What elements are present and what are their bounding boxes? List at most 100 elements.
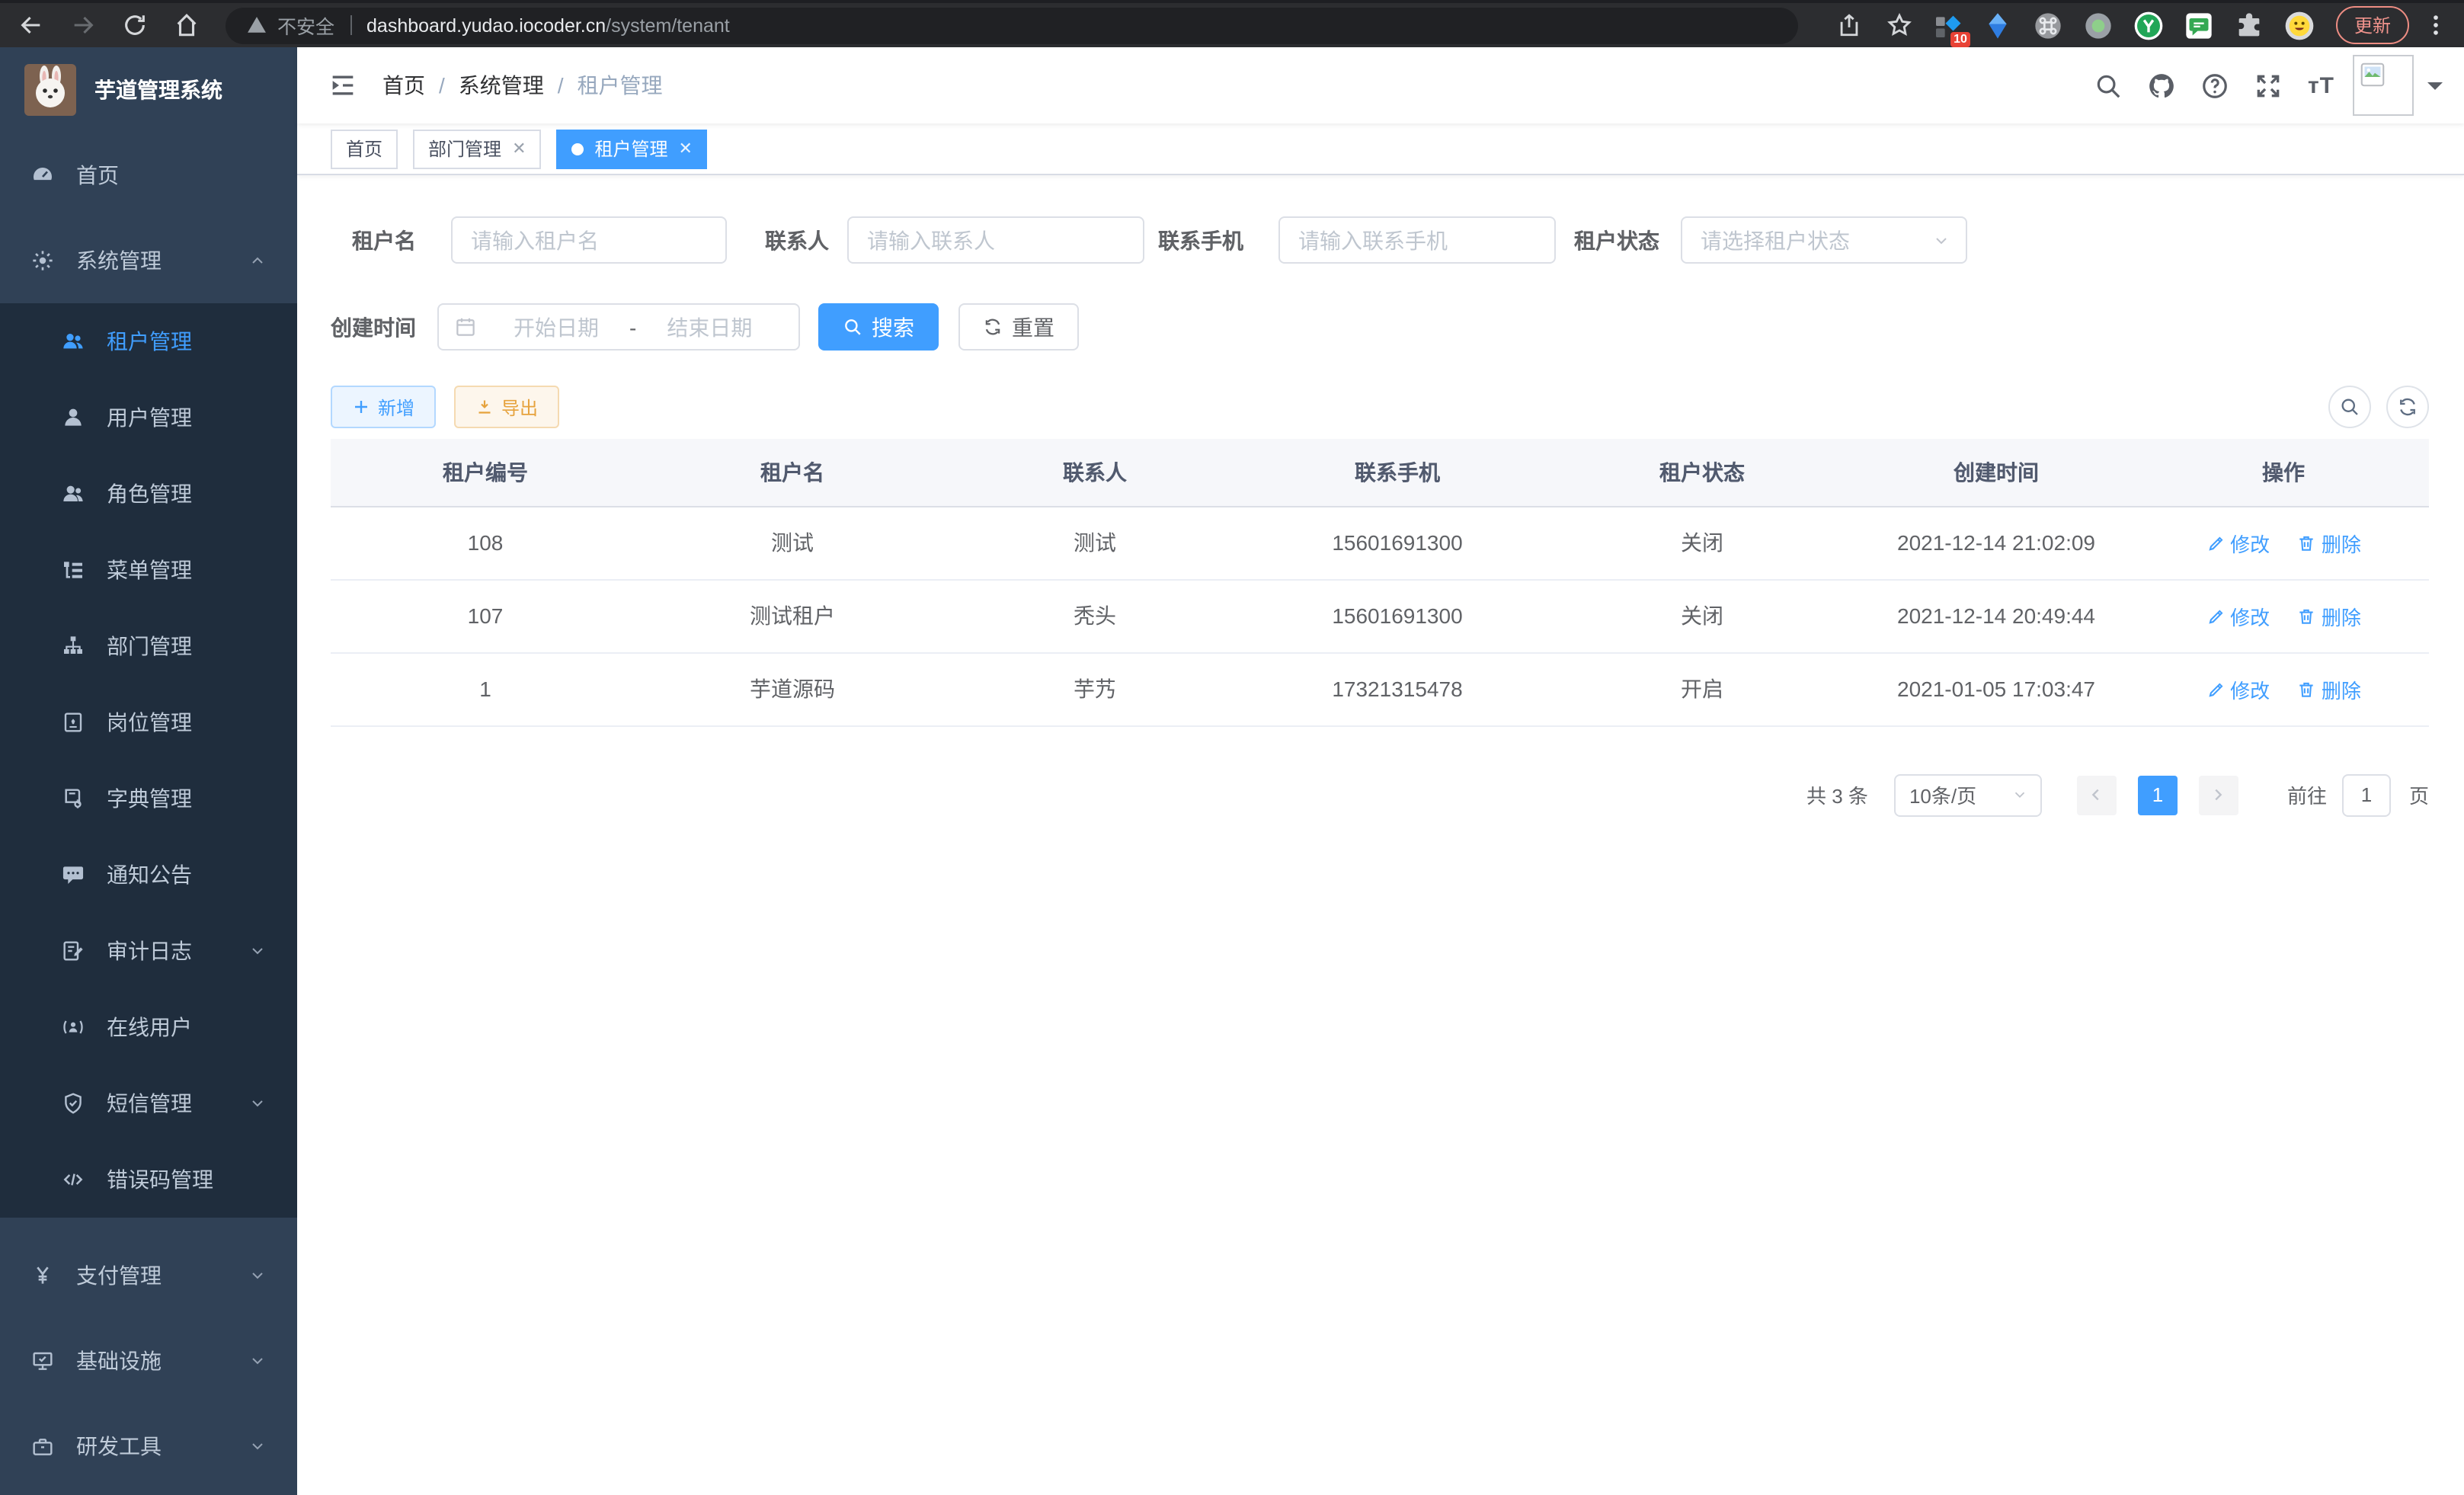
- extension-y-icon[interactable]: [2133, 10, 2164, 40]
- extension-kite-icon[interactable]: [1982, 10, 2013, 40]
- sidebar-item-infra[interactable]: 基础设施: [0, 1318, 297, 1404]
- browser-menu-icon[interactable]: [2423, 12, 2449, 38]
- breadcrumb-home[interactable]: 首页: [382, 70, 425, 101]
- breadcrumb-section[interactable]: 系统管理: [459, 70, 544, 101]
- screen: 不安全 dashboard.yudao.iocoder.cn/system/te…: [0, 0, 2464, 1495]
- sidebar-item-user[interactable]: 用户管理: [0, 379, 297, 456]
- chevron-down-icon: [248, 1352, 267, 1370]
- sidebar-item-dict[interactable]: 字典管理: [0, 760, 297, 837]
- edit-button[interactable]: 修改: [2206, 528, 2270, 557]
- delete-button[interactable]: 删除: [2297, 601, 2361, 630]
- forward-icon[interactable]: [70, 12, 96, 38]
- phone-input[interactable]: [1278, 216, 1556, 264]
- extension-tag-icon[interactable]: 10: [1932, 10, 1963, 40]
- next-page-button[interactable]: [2199, 775, 2238, 815]
- goto-page-input[interactable]: [2342, 773, 2391, 816]
- sidebar-item-role[interactable]: 角色管理: [0, 456, 297, 532]
- contact-label: 联系人: [765, 225, 829, 255]
- refresh-table-button[interactable]: [2386, 386, 2429, 428]
- sidebar-item-pay[interactable]: 支付管理: [0, 1233, 297, 1318]
- refresh-icon: [983, 317, 1003, 337]
- add-button[interactable]: 新增: [331, 386, 436, 428]
- date-range-picker[interactable]: 开始日期 - 结束日期: [437, 303, 800, 351]
- col-phone: 联系手机: [1245, 439, 1550, 506]
- url-bar[interactable]: 不安全 dashboard.yudao.iocoder.cn/system/te…: [226, 7, 1798, 43]
- font-size-icon[interactable]: тT: [2308, 72, 2334, 98]
- reload-icon[interactable]: [122, 12, 148, 38]
- sidebar: 芋道管理系统 首页 系统管理 租户管理: [0, 47, 297, 1495]
- help-icon[interactable]: [2201, 71, 2230, 100]
- not-secure-icon: [247, 15, 267, 35]
- post-badge-icon: [61, 710, 85, 735]
- edit-button[interactable]: 修改: [2206, 601, 2270, 630]
- sidebar-item-online-users[interactable]: 在线用户: [0, 989, 297, 1065]
- sidebar-item-sms[interactable]: 短信管理: [0, 1065, 297, 1141]
- sidebar-item-post[interactable]: 岗位管理: [0, 684, 297, 760]
- tab-tenant[interactable]: 租户管理✕: [557, 129, 708, 168]
- extension-command-icon[interactable]: [2033, 10, 2063, 40]
- sidebar-item-dept[interactable]: 部门管理: [0, 608, 297, 684]
- sidebar-item-audit-log[interactable]: 审计日志: [0, 913, 297, 989]
- trash-icon: [2297, 606, 2317, 626]
- page-size-select[interactable]: 10条/页: [1894, 773, 2042, 816]
- contact-input[interactable]: [847, 216, 1144, 264]
- sidebar-item-devtools[interactable]: 研发工具: [0, 1404, 297, 1489]
- reset-button[interactable]: 重置: [958, 303, 1079, 351]
- tenant-name-input[interactable]: [451, 216, 727, 264]
- top-navbar: 首页 / 系统管理 / 租户管理 тT: [297, 47, 2464, 123]
- search-icon[interactable]: [2094, 71, 2123, 100]
- sidebar-collapse-icon[interactable]: [328, 70, 358, 101]
- home-icon[interactable]: [174, 12, 200, 38]
- extension-dot-icon[interactable]: [2083, 10, 2114, 40]
- close-icon[interactable]: ✕: [512, 139, 526, 158]
- sidebar-item-error-code[interactable]: 错误码管理: [0, 1141, 297, 1218]
- extension-puzzle-icon[interactable]: [2234, 10, 2264, 40]
- extension-avatar-emoji-icon[interactable]: [2284, 10, 2315, 40]
- col-tenant-id: 租户编号: [331, 439, 640, 506]
- active-dot: [572, 142, 584, 155]
- share-icon[interactable]: [1836, 12, 1862, 38]
- toggle-search-button[interactable]: [2328, 386, 2371, 428]
- status-select[interactable]: 请选择租户状态: [1681, 216, 1967, 264]
- export-button[interactable]: 导出: [454, 386, 559, 428]
- delete-button[interactable]: 删除: [2297, 528, 2361, 557]
- security-label: 不安全: [277, 11, 334, 40]
- date-end-placeholder[interactable]: 结束日期: [642, 312, 776, 342]
- tab-dept[interactable]: 部门管理✕: [413, 129, 541, 168]
- avatar-caret-icon[interactable]: [2427, 82, 2443, 89]
- fullscreen-icon[interactable]: [2254, 71, 2283, 100]
- edit-pencil-icon: [2206, 606, 2226, 626]
- date-start-placeholder[interactable]: 开始日期: [489, 312, 623, 342]
- sidebar-item-menu[interactable]: 菜单管理: [0, 532, 297, 608]
- delete-button[interactable]: 删除: [2297, 674, 2361, 703]
- avatar[interactable]: [2353, 55, 2414, 116]
- prev-page-button[interactable]: [2077, 775, 2117, 815]
- calendar-icon: [454, 315, 477, 338]
- table-row: 107 测试租户 秃头 15601691300 关闭 2021-12-14 20…: [331, 579, 2429, 652]
- status-text: 开启: [1550, 652, 1854, 725]
- search-button[interactable]: 搜索: [818, 303, 939, 351]
- sidebar-item-home[interactable]: 首页: [0, 133, 297, 218]
- chevron-left-icon: [2088, 786, 2105, 803]
- edit-button[interactable]: 修改: [2206, 674, 2270, 703]
- user-icon: [61, 405, 85, 430]
- back-icon[interactable]: [18, 12, 44, 38]
- app-logo-row[interactable]: 芋道管理系统: [0, 47, 297, 133]
- pagination: 共 3 条 10条/页 1 前往 页: [331, 773, 2429, 816]
- close-icon[interactable]: ✕: [679, 139, 693, 158]
- url-path: /system/tenant: [606, 14, 730, 36]
- extension-chat-icon[interactable]: [2184, 10, 2214, 40]
- sidebar-item-tenant[interactable]: 租户管理: [0, 303, 297, 379]
- tab-home[interactable]: 首页: [331, 129, 398, 168]
- download-icon: [475, 398, 494, 416]
- browser-update-button[interactable]: 更新: [2336, 6, 2409, 44]
- chevron-right-icon: [2210, 786, 2227, 803]
- github-icon[interactable]: [2148, 71, 2177, 100]
- sidebar-item-notice[interactable]: 通知公告: [0, 837, 297, 913]
- sidebar-item-system[interactable]: 系统管理: [0, 218, 297, 303]
- bookmark-star-icon[interactable]: [1886, 12, 1912, 38]
- gear-icon: [30, 248, 55, 273]
- page-number-button[interactable]: 1: [2138, 775, 2178, 815]
- plus-icon: [352, 398, 370, 416]
- audit-log-icon: [61, 939, 85, 963]
